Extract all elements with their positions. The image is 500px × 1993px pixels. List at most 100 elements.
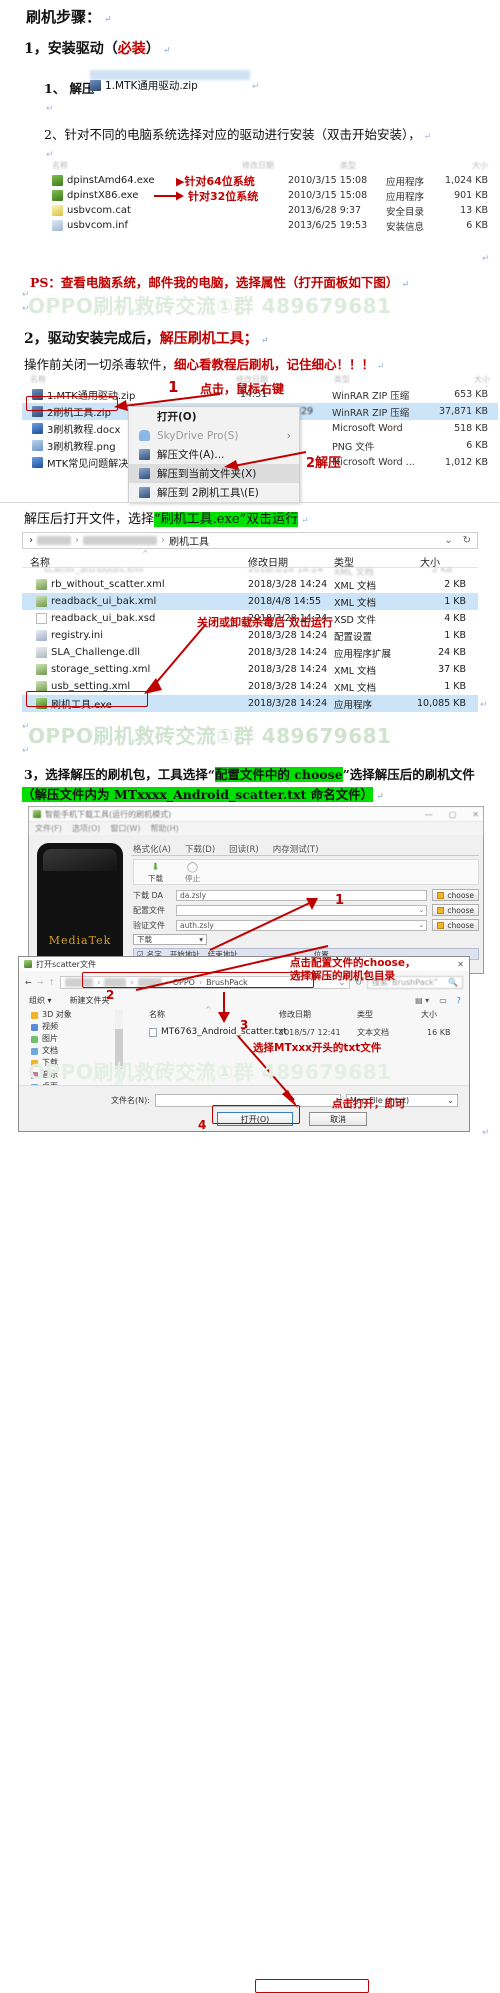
table-row[interactable]: usbvcom.cat 2013/6/28 9:37 安全目录 13 KB xyxy=(46,203,496,218)
table-row[interactable]: readback_ui_bak.xml 2018/4/8 14:55 XML 文… xyxy=(22,593,478,610)
new-folder-button[interactable]: 新建文件夹 xyxy=(70,995,110,1006)
breadcrumb-current-folder[interactable]: 刷机工具 xyxy=(169,533,209,548)
dropdown-chevron-icon[interactable]: ⌄ xyxy=(444,535,452,546)
table-row[interactable]: 刷机工具.exe 2018/3/28 14:24 应用程序 10,085 KB xyxy=(22,695,478,712)
dialog-column-headers[interactable]: 名称 修改日期 类型 大小 ^ xyxy=(131,1005,461,1023)
column-header-size[interactable]: 大小 xyxy=(420,554,440,569)
annotation-step-number-1-tool: 1 xyxy=(335,893,345,908)
table-row[interactable]: dpinstX86.exe 针对32位系统 2010/3/15 15:08 应用… xyxy=(46,188,496,203)
menu-file[interactable]: 文件(F) xyxy=(35,823,62,834)
choose-button[interactable]: choose xyxy=(432,889,479,901)
dialog-buttons[interactable]: 打开(O) 取消 xyxy=(217,1112,367,1126)
view-list-icon[interactable]: ▤ ▾ xyxy=(415,996,429,1005)
back-chevron-icon: › xyxy=(29,535,33,546)
dialog-sidebar[interactable]: 3D 对象 视频 图片 文档 下载 音乐 桌面 xyxy=(31,1009,109,1093)
field-config-file[interactable]: 配置文件 ⌄ choose xyxy=(133,904,479,916)
menu-window[interactable]: 窗口(W) xyxy=(110,823,140,834)
column-header-size: 大小 xyxy=(472,161,488,170)
column-header-type[interactable]: 类型 xyxy=(357,1009,373,1020)
refresh-icon[interactable]: ↻ xyxy=(463,535,471,546)
table-row[interactable]: dpinstAmd64.exe ▶针对64位系统 2010/3/15 15:08… xyxy=(46,173,496,188)
table-row[interactable]: usbvcom.inf 2013/6/25 19:53 安装信息 6 KB xyxy=(46,218,496,233)
maximize-button[interactable]: ▢ xyxy=(449,810,457,819)
filename-input[interactable]: ⌄ xyxy=(154,1094,341,1107)
sidebar-item-documents[interactable]: 文档 xyxy=(31,1045,109,1057)
breadcrumb-oppo[interactable]: OPPO xyxy=(173,978,195,987)
sidebar-item-pictures[interactable]: 图片 xyxy=(31,1033,109,1045)
table-row[interactable]: rb_without_scatter.xml 2018/3/28 14:24 X… xyxy=(22,576,478,593)
sidebar-item-3d-objects[interactable]: 3D 对象 xyxy=(31,1009,109,1021)
dialog-toolbar[interactable]: 组织 ▾ 新建文件夹 ▤ ▾ ▭ ? xyxy=(29,993,461,1007)
minimize-button[interactable]: — xyxy=(425,810,433,819)
field-download-da[interactable]: 下载 DA da.zsly choose xyxy=(133,889,479,901)
sidebar-item-videos[interactable]: 视频 xyxy=(31,1021,109,1033)
file-type: WinRAR ZIP 压缩 xyxy=(332,390,410,402)
mediatek-flash-tool-window[interactable]: 智能手机下载工具(运行的刷机模式) — ▢ ✕ 文件(F) 选项(O) 窗口(W… xyxy=(28,806,484,974)
dialog-nav-bar[interactable]: ← → ↑ › › › OPPO › BrushPack ⌄ ↻ 搜索“Brush… xyxy=(25,975,463,990)
close-icon[interactable]: ✕ xyxy=(457,960,464,969)
red-arrow-icon xyxy=(154,191,184,201)
address-bar[interactable]: › › › 刷机工具 ⌄ ↻ xyxy=(22,532,478,549)
column-header-date[interactable]: 修改日期 xyxy=(279,1009,311,1020)
field-input[interactable]: auth.zsly ⌄ xyxy=(176,919,428,931)
choose-button[interactable]: choose xyxy=(432,919,479,931)
breadcrumb-brushpack[interactable]: BrushPack xyxy=(206,978,247,987)
organize-button[interactable]: 组织 ▾ xyxy=(29,995,52,1006)
field-input[interactable]: da.zsly xyxy=(176,889,428,901)
menu-bar[interactable]: 文件(F) 选项(O) 窗口(W) 帮助(H) xyxy=(29,822,483,835)
menu-help[interactable]: 帮助(H) xyxy=(151,823,179,834)
download-button[interactable]: ⬇ 下载 xyxy=(148,862,163,883)
chevron-down-icon[interactable]: ⌄ xyxy=(419,906,425,914)
forward-icon[interactable]: → xyxy=(37,978,44,987)
context-menu-item-extract-to-folder[interactable]: 解压到 2刷机工具\(E) xyxy=(129,483,299,502)
table-row[interactable]: MT6763_Android_scatter.txt 2018/5/7 12:4… xyxy=(131,1025,461,1039)
annotation-select-dir: 选择解压的刷机包目录 xyxy=(290,970,395,982)
back-icon[interactable]: ← xyxy=(25,978,32,987)
column-header-size[interactable]: 大小 xyxy=(421,1009,437,1020)
sidebar-item-music[interactable]: 音乐 xyxy=(31,1069,109,1081)
up-icon[interactable]: ↑ xyxy=(48,978,55,987)
annotation-32bit: 针对32位系统 xyxy=(188,190,259,203)
field-auth-file[interactable]: 验证文件 auth.zsly ⌄ choose xyxy=(133,919,479,931)
file-size: 10,085 KB xyxy=(416,698,466,709)
scrollbar-track[interactable] xyxy=(115,1009,123,1095)
column-header-name[interactable]: 名称 xyxy=(30,554,50,569)
cancel-button[interactable]: 取消 xyxy=(309,1112,367,1126)
context-menu[interactable]: 打开(O) SkyDrive Pro(S) › 解压文件(A)... 解压到当前… xyxy=(128,406,300,503)
tool-fields[interactable]: 下载 DA da.zsly choose 配置文件 ⌄ choose 验证文件 … xyxy=(133,889,479,960)
tool-toolbar[interactable]: ⬇ 下载 ◯ 停止 xyxy=(133,859,479,885)
column-header-name[interactable]: 名称 xyxy=(149,1009,165,1020)
table-row[interactable]: SLA_Challenge.dll 2018/3/28 14:24 应用程序扩展… xyxy=(22,644,478,661)
context-menu-item-extract-files[interactable]: 解压文件(A)... xyxy=(129,445,299,464)
column-header-type[interactable]: 类型 xyxy=(334,554,354,569)
zip-file-chip[interactable]: 1.MTK通用驱动.zip xyxy=(90,78,198,93)
file-explorer-driver-list[interactable]: 名称 修改日期 类型 大小 dpinstAmd64.exe ▶针对64位系统 2… xyxy=(46,160,496,242)
field-input[interactable]: ⌄ xyxy=(176,904,428,916)
context-menu-item-extract-here[interactable]: 解压到当前文件夹(X) xyxy=(129,464,299,483)
dll-icon xyxy=(36,647,47,658)
sidebar-item-downloads[interactable]: 下载 xyxy=(31,1057,109,1069)
cloud-icon xyxy=(139,430,150,441)
column-header-date[interactable]: 修改日期 xyxy=(248,554,288,569)
step-1-sub2-text: 2、针对不同的电脑系统选择对应的驱动进行安装（双击开始安装）， ↵ xyxy=(44,127,432,142)
chevron-down-icon[interactable]: ⌄ xyxy=(419,921,425,929)
scrollbar-thumb[interactable] xyxy=(115,1029,123,1069)
close-button[interactable]: ✕ xyxy=(472,810,479,819)
open-button[interactable]: 打开(O) xyxy=(217,1112,293,1126)
table-row[interactable]: storage_setting.xml 2018/3/28 14:24 XML … xyxy=(22,661,478,678)
help-icon[interactable]: ? xyxy=(457,996,461,1005)
file-explorer-tool-folder[interactable]: 名称 修改日期 类型 大小 ^ scatter_attributes.xml 2… xyxy=(22,549,478,712)
choose-button-config[interactable]: choose xyxy=(432,904,479,916)
context-menu-item-open[interactable]: 打开(O) xyxy=(129,407,299,426)
menu-options[interactable]: 选项(O) xyxy=(72,823,101,834)
choose-label: choose xyxy=(447,920,474,930)
file-name: registry.ini xyxy=(51,630,103,641)
context-menu-item-skydrive[interactable]: SkyDrive Pro(S) › xyxy=(129,426,299,445)
mode-select[interactable]: 下载 ▾ xyxy=(133,934,207,945)
table-row[interactable]: usb_setting.xml 2018/3/28 14:24 XML 文档 1… xyxy=(22,678,478,695)
file-name: 刷机工具.exe xyxy=(51,700,112,711)
zip-icon xyxy=(32,406,43,417)
preview-pane-icon[interactable]: ▭ xyxy=(439,996,447,1005)
stop-button[interactable]: ◯ 停止 xyxy=(185,862,200,883)
application-icon xyxy=(36,698,47,709)
